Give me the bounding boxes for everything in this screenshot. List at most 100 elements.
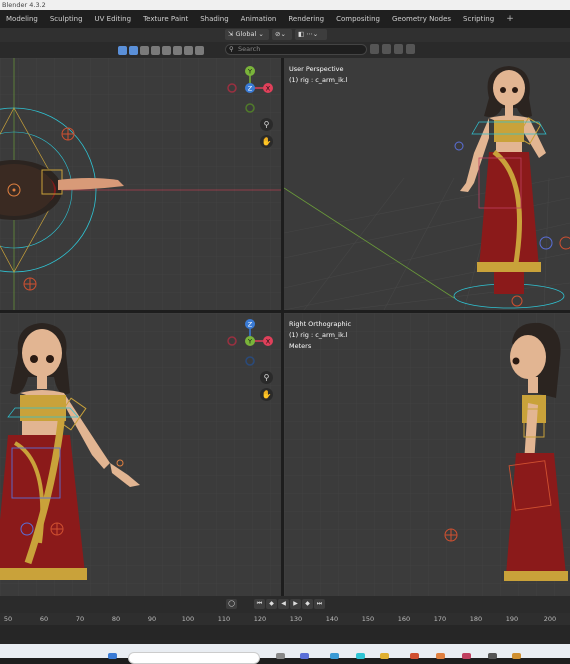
frame-number: 150: [361, 615, 375, 623]
gizmo-z-label: Z: [248, 321, 253, 329]
frame-number: 130: [289, 615, 303, 623]
app-icon[interactable]: [300, 653, 309, 659]
frame-number: 160: [397, 615, 411, 623]
os-taskbar: [0, 644, 570, 664]
mesh-icon[interactable]: [129, 45, 138, 55]
viewport-top-right[interactable]: User Perspective (1) rig : c_arm_ik.l: [284, 58, 570, 310]
viewport-divider-vertical[interactable]: [281, 58, 284, 596]
workspace-tab-bar: Modeling Sculpting UV Editing Texture Pa…: [0, 10, 570, 28]
frame-number: 60: [39, 615, 49, 623]
gizmo-z-label: Z: [248, 85, 253, 93]
tab-animation[interactable]: Animation: [235, 10, 283, 28]
view-name: Right Orthographic: [289, 320, 352, 328]
app-icon[interactable]: [410, 653, 419, 659]
tab-texture-paint[interactable]: Texture Paint: [137, 10, 194, 28]
zoom-icon[interactable]: ⚲: [260, 118, 273, 131]
overlay-icon[interactable]: [370, 44, 379, 54]
navigation-gizmo[interactable]: Y X Z: [224, 64, 276, 116]
gizmo-x-label: X: [266, 85, 271, 93]
view-name: User Perspective: [289, 65, 344, 73]
other-icon[interactable]: [195, 45, 204, 55]
app-icon[interactable]: [512, 653, 521, 659]
frame-number: 100: [181, 615, 195, 623]
display-mode-icon[interactable]: [394, 44, 403, 54]
viewport-bottom-right-canvas: [284, 313, 570, 596]
viewport-divider-horizontal[interactable]: [0, 310, 570, 313]
frame-number: 200: [543, 615, 557, 623]
tab-geometry-nodes[interactable]: Geometry Nodes: [386, 10, 457, 28]
play-icon[interactable]: ▶: [290, 599, 301, 609]
viewport-header: ⇲ Global ⌄ ⊘⌄ ◧ ⋯⌄: [0, 28, 570, 42]
keying-icon[interactable]: ◯: [226, 599, 237, 609]
app-icon[interactable]: [330, 653, 339, 659]
filter-icon[interactable]: [406, 44, 415, 54]
head: [22, 329, 62, 377]
head: [493, 70, 525, 106]
frame-number: 170: [433, 615, 447, 623]
empty-icon[interactable]: [173, 45, 182, 55]
viewport-top-right-canvas: [284, 66, 570, 310]
tab-shading[interactable]: Shading: [194, 10, 234, 28]
jump-start-icon[interactable]: ⏮: [254, 599, 265, 609]
frame-number: 90: [147, 615, 157, 623]
frame-ruler[interactable]: 50 60 70 80 90 100 110 120 130 140 150 1…: [0, 613, 570, 625]
viewport-top-left[interactable]: Y X Z ⚲ ✋: [0, 58, 281, 310]
tab-uv-editing[interactable]: UV Editing: [89, 10, 138, 28]
prev-keyframe-icon[interactable]: ◆: [266, 599, 277, 609]
snapping-dropdown[interactable]: ◧ ⋯⌄: [295, 29, 327, 40]
blender-icon[interactable]: [436, 653, 445, 659]
tab-compositing[interactable]: Compositing: [330, 10, 386, 28]
gizmo-y-label: Y: [247, 338, 252, 346]
window-title: Blender 4.3.2: [2, 1, 46, 9]
pan-hand-icon[interactable]: ✋: [260, 388, 273, 401]
visibility-icons: [118, 44, 204, 56]
tab-rendering[interactable]: Rendering: [282, 10, 330, 28]
pan-hand-icon[interactable]: ✋: [260, 135, 273, 148]
armature-icon[interactable]: [184, 45, 193, 55]
window-title-bar: Blender 4.3.2: [0, 0, 570, 10]
pivot-icon: ⊘⌄: [275, 30, 286, 38]
app-icon[interactable]: [488, 653, 497, 659]
frame-number: 80: [111, 615, 121, 623]
frame-number: 120: [253, 615, 267, 623]
gizmo-x-label: X: [266, 338, 271, 346]
viewport-info-overlay: Right Orthographic (1) rig : c_arm_ik.l …: [289, 319, 351, 352]
frame-number: 190: [505, 615, 519, 623]
task-view-icon[interactable]: [276, 653, 285, 659]
transform-orientation-dropdown[interactable]: ⇲ Global ⌄: [225, 29, 269, 40]
light-icon[interactable]: [162, 45, 171, 55]
add-workspace-button[interactable]: +: [500, 10, 520, 28]
playback-controls: ◯ ⏮ ◆ ◀ ▶ ◆ ⏭: [0, 596, 570, 613]
app-icon[interactable]: [462, 653, 471, 659]
orientation-icon: ⇲: [228, 30, 236, 38]
orientation-label: Global: [235, 30, 257, 38]
head: [510, 335, 546, 379]
viewport-bottom-left[interactable]: Z X Y ⚲ ✋: [0, 313, 281, 596]
taskbar-search[interactable]: [128, 652, 260, 664]
frame-number: 140: [325, 615, 339, 623]
viewport-toolbar: ⚲ Search: [0, 42, 570, 58]
bookmark-icon[interactable]: [382, 44, 391, 54]
active-object-label: (1) rig : c_arm_ik.l: [289, 76, 348, 84]
curve-icon[interactable]: [140, 45, 149, 55]
navigation-gizmo-front[interactable]: Z X Y: [224, 317, 276, 369]
browser-icon[interactable]: [356, 653, 365, 659]
search-input[interactable]: ⚲ Search: [225, 44, 367, 55]
chevron-down-icon: ⌄: [256, 30, 264, 38]
object-type-icon[interactable]: [118, 45, 127, 55]
camera-icon[interactable]: [151, 45, 160, 55]
start-icon[interactable]: [108, 653, 117, 659]
gizmo-y-label: Y: [247, 68, 252, 76]
tab-modeling[interactable]: Modeling: [0, 10, 44, 28]
tab-scripting[interactable]: Scripting: [457, 10, 500, 28]
tab-sculpting[interactable]: Sculpting: [44, 10, 89, 28]
file-explorer-icon[interactable]: [380, 653, 389, 659]
viewport-bottom-right[interactable]: Right Orthographic (1) rig : c_arm_ik.l …: [284, 313, 570, 596]
jump-end-icon[interactable]: ⏭: [314, 599, 325, 609]
frame-number: 110: [217, 615, 231, 623]
pivot-point-dropdown[interactable]: ⊘⌄: [272, 29, 292, 40]
zoom-icon[interactable]: ⚲: [260, 371, 273, 384]
viewport-info-overlay: User Perspective (1) rig : c_arm_ik.l: [289, 64, 348, 86]
next-keyframe-icon[interactable]: ◆: [302, 599, 313, 609]
play-reverse-icon[interactable]: ◀: [278, 599, 289, 609]
